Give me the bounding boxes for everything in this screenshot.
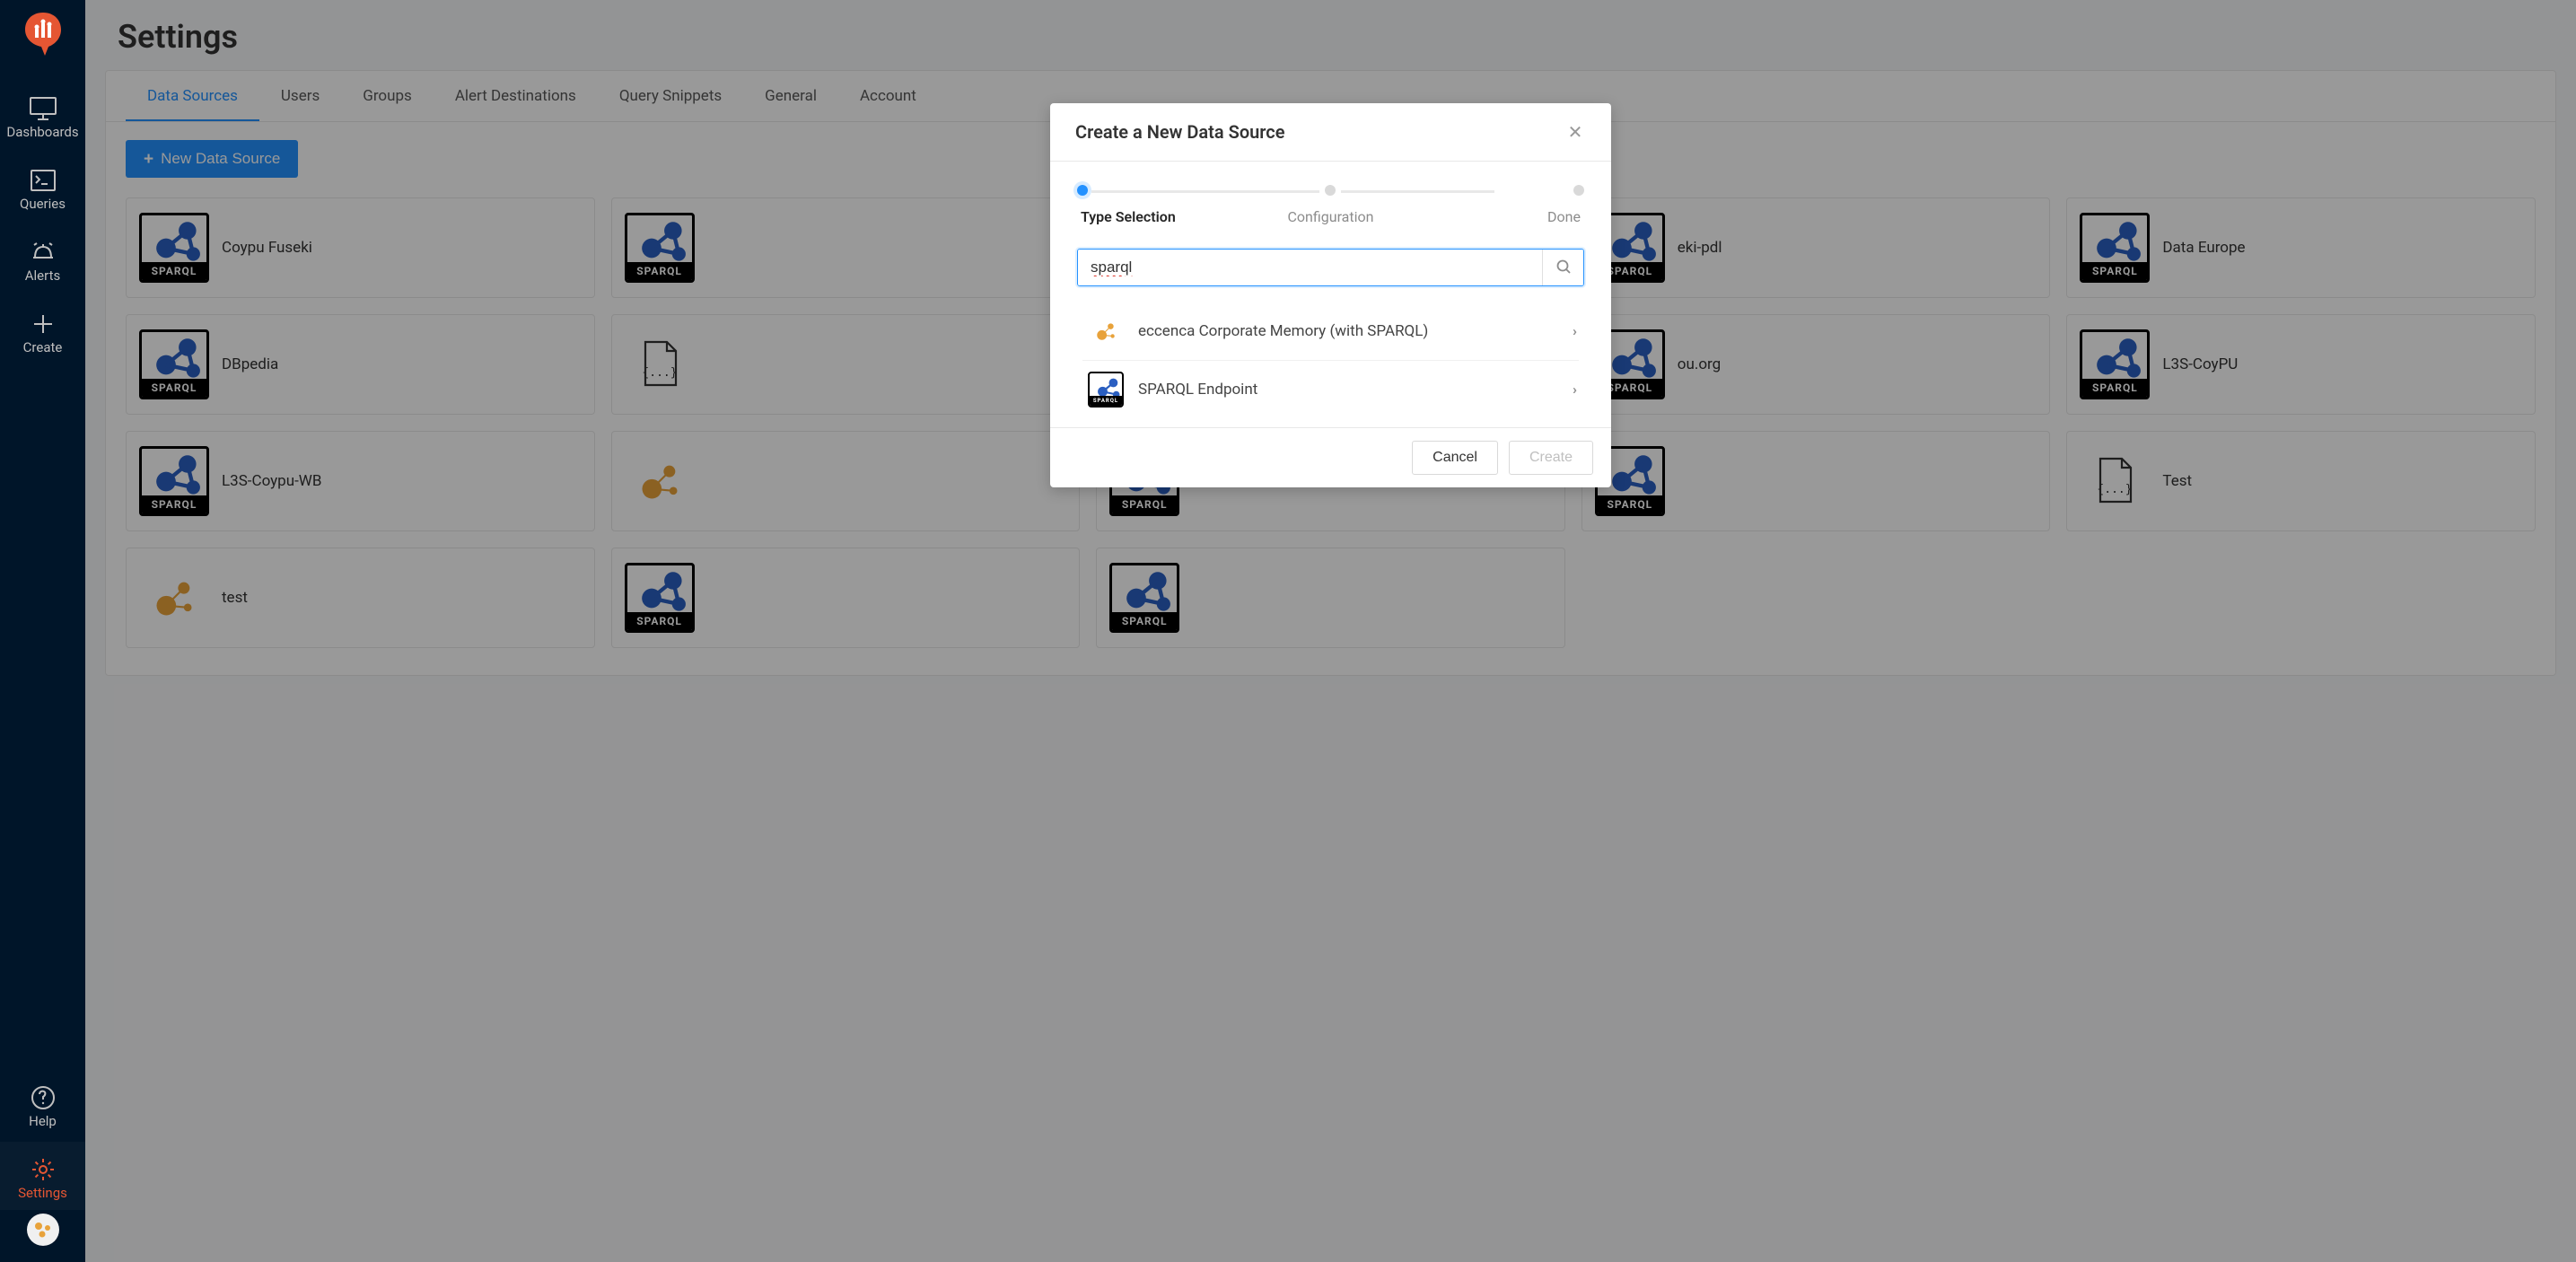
nav-dashboards[interactable]: Dashboards xyxy=(0,81,85,149)
nav-label: Dashboards xyxy=(6,124,78,140)
nav-label: Queries xyxy=(20,196,66,212)
step-done: Done xyxy=(1415,185,1584,225)
bell-icon xyxy=(30,237,57,267)
close-icon: ✕ xyxy=(1568,121,1583,144)
type-result-label: SPARQL Endpoint xyxy=(1138,381,1558,399)
nav-label: Settings xyxy=(18,1185,67,1201)
type-result-item[interactable]: eccenca Corporate Memory (with SPARQL) ›… xyxy=(1082,302,1579,361)
modal-overlay[interactable]: Create a New Data Source ✕ Type Selectio… xyxy=(85,0,2576,1262)
user-avatar[interactable] xyxy=(27,1214,59,1246)
monitor-icon xyxy=(29,93,57,124)
main-content: Settings Data Sources Users Groups Alert… xyxy=(85,0,2576,1262)
type-result-label: eccenca Corporate Memory (with SPARQL) xyxy=(1138,322,1558,340)
sidebar: Dashboards Queries Alerts xyxy=(0,0,85,1262)
search-icon xyxy=(1555,259,1572,277)
create-button[interactable]: Create xyxy=(1509,441,1593,475)
type-search-input[interactable] xyxy=(1078,250,1542,285)
nav-alerts[interactable]: Alerts xyxy=(0,224,85,293)
search-button[interactable] xyxy=(1542,250,1583,285)
nav-queries[interactable]: Queries xyxy=(0,153,85,221)
step-type-selection: Type Selection xyxy=(1077,185,1246,225)
gear-icon xyxy=(30,1154,57,1185)
modal-close-button[interactable]: ✕ xyxy=(1564,121,1586,143)
nav-create[interactable]: Create xyxy=(0,296,85,364)
nav-settings[interactable]: Settings xyxy=(0,1142,85,1210)
step-configuration: Configuration xyxy=(1246,185,1415,225)
type-results-list: eccenca Corporate Memory (with SPARQL) ›… xyxy=(1077,302,1584,418)
sparql-small-icon: SPARQL xyxy=(1088,372,1124,408)
terminal-icon xyxy=(30,165,57,196)
orange-icon xyxy=(1088,313,1124,349)
type-result-item[interactable]: SPARQL SPARQL Endpoint ›› xyxy=(1082,361,1579,418)
plus-icon xyxy=(31,309,55,339)
nav-label: Help xyxy=(29,1113,57,1129)
type-search-field xyxy=(1077,249,1584,286)
modal-title: Create a New Data Source xyxy=(1075,121,1285,143)
create-data-source-modal: Create a New Data Source ✕ Type Selectio… xyxy=(1050,103,1611,487)
nav-help[interactable]: Help xyxy=(0,1070,85,1138)
nav-label: Create xyxy=(23,339,63,355)
app-logo[interactable] xyxy=(23,11,63,57)
wizard-steps: Type Selection Configuration Done xyxy=(1077,185,1584,225)
cancel-button[interactable]: Cancel xyxy=(1412,441,1498,475)
help-icon xyxy=(30,1082,57,1113)
nav-label: Alerts xyxy=(25,267,61,284)
